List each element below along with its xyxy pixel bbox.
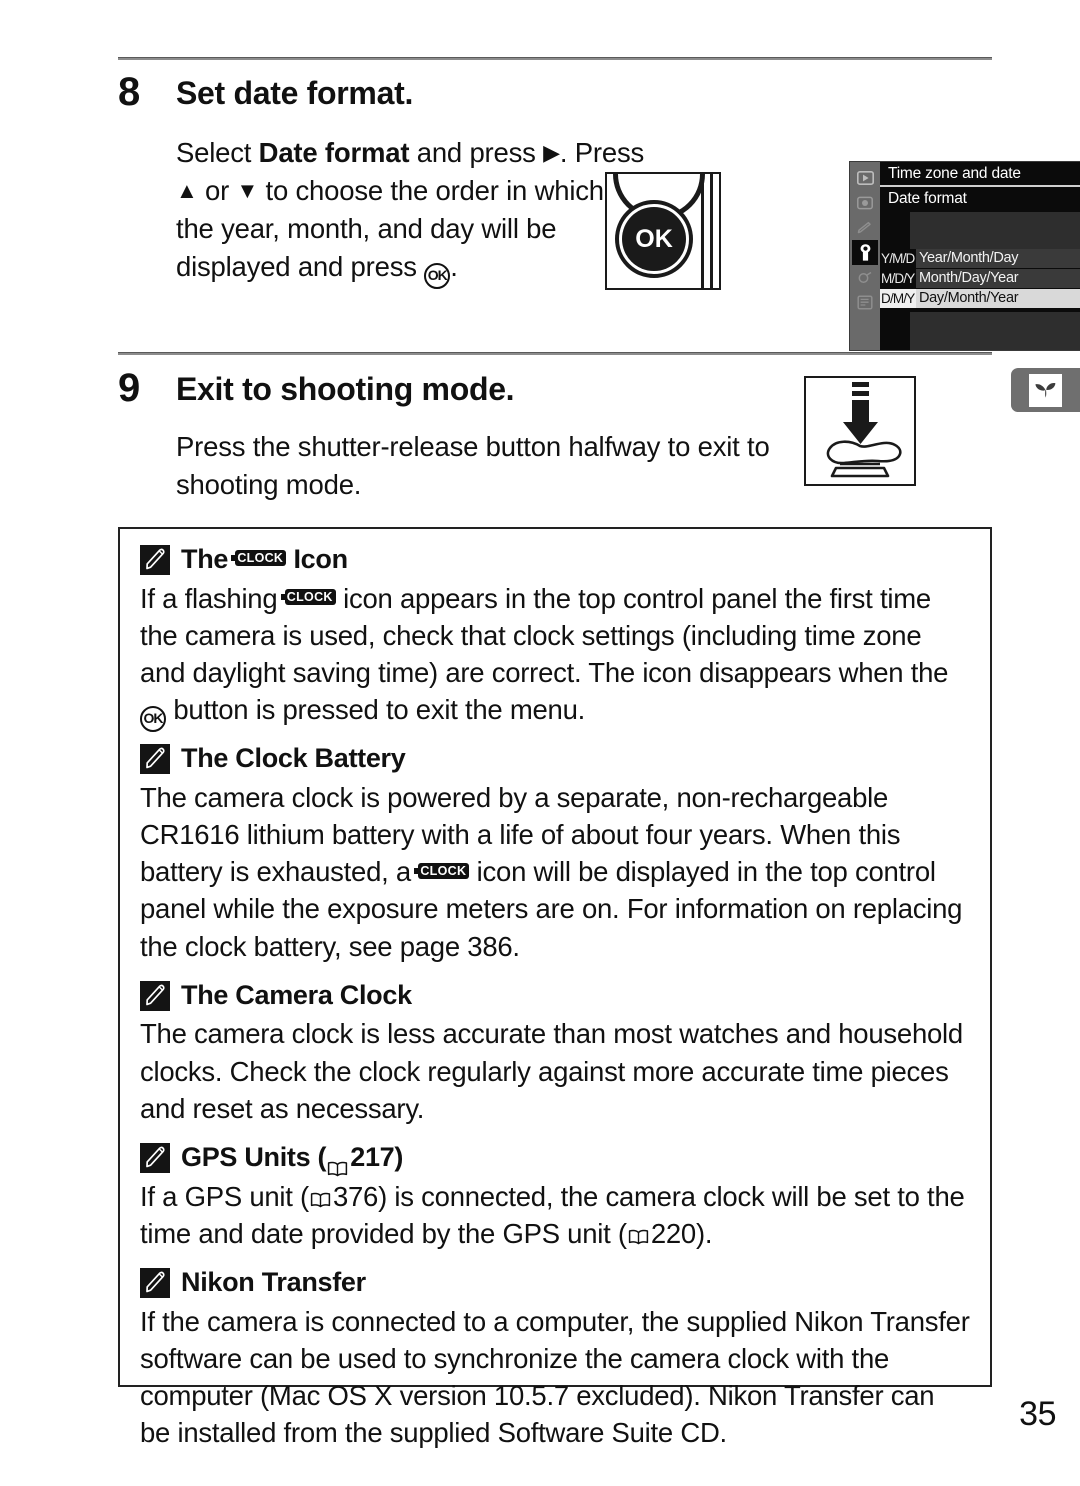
note-4-ref-1: 376 xyxy=(332,1180,379,1212)
page-ref-close: ) xyxy=(394,1141,404,1172)
clock-badge-icon: CLOCK xyxy=(414,862,470,879)
book-page-ref-icon xyxy=(327,1152,348,1176)
notes-box: The CLOCK Icon If a flashing CLOCK icon … xyxy=(118,527,992,1448)
step-8-text-end: . xyxy=(450,250,458,282)
multi-selector-ok-illustration: OK xyxy=(605,172,721,290)
lcd-option-label-text: Month/Day/Year xyxy=(919,270,1019,286)
note-heading-text: Nikon Transfer xyxy=(181,1266,366,1297)
note-pencil-icon xyxy=(140,544,170,575)
lcd-option-row[interactable]: M/D/Y Month/Day/Year xyxy=(880,269,1080,288)
step-8: 8 Set date format. Select Date format an… xyxy=(118,70,1080,351)
page-ref-number: 217 xyxy=(350,1141,395,1172)
note-heading-text-post: Icon xyxy=(286,544,348,574)
note-pencil-icon xyxy=(140,744,170,775)
setup-menu-wrench-icon xyxy=(852,240,878,265)
lcd-option-label: Month/Day/Year xyxy=(916,269,1080,288)
step-8-text-pre: Select xyxy=(176,137,259,168)
note-body-clock-icon: If a flashing CLOCK icon appears in the … xyxy=(140,580,970,733)
recent-settings-icon xyxy=(852,290,878,315)
step-8-text-bold: Date format xyxy=(258,137,410,168)
playback-icon xyxy=(852,165,878,190)
note-4-text-a: If a GPS unit ( xyxy=(140,1180,309,1212)
note-pencil-icon xyxy=(140,1267,170,1298)
note-1-text-c: button is pressed to exit the menu. xyxy=(166,694,586,726)
note-1-text-a: If a flashing xyxy=(140,582,285,614)
ok-button-label: OK xyxy=(622,207,686,271)
page-ref-open: ( xyxy=(317,1141,327,1172)
step-8-text-post: and press xyxy=(409,137,544,168)
chapter-edge-tab xyxy=(1011,368,1080,412)
sprout-icon xyxy=(1029,373,1062,407)
lcd-option-label: Day/Month/YearOK xyxy=(916,289,1080,308)
lcd-option-label: Year/Month/Day xyxy=(916,249,1080,268)
lcd-menu-main: Time zone and date Date format Y/M/D Year… xyxy=(880,162,1080,350)
lcd-menu-sidebar xyxy=(850,162,880,350)
lcd-menu-title: Time zone and date xyxy=(880,162,1080,187)
camera-body-edge-line-1 xyxy=(701,174,704,288)
note-pencil-icon xyxy=(140,1142,170,1173)
note-body-nikon-transfer: If the camera is connected to a computer… xyxy=(140,1305,970,1448)
custom-settings-pencil-icon xyxy=(852,215,878,240)
retouch-menu-icon xyxy=(852,265,878,290)
note-4-ref-2: 220 xyxy=(650,1217,696,1249)
step-9: 9 Exit to shooting mode. Press the shutt… xyxy=(118,368,998,518)
note-heading-text: The Camera Clock xyxy=(181,979,412,1010)
lcd-option-abbr: D/M/Y xyxy=(880,289,916,308)
lcd-option-row[interactable]: D/M/YDay/Month/YearOK xyxy=(880,289,1080,308)
note-heading-camera-clock: The Camera Clock xyxy=(140,979,970,1013)
step-9-body: Press the shutter-release button halfway… xyxy=(176,431,770,500)
section-divider-middle xyxy=(118,352,992,355)
section-divider-top xyxy=(118,57,992,60)
lcd-menu-footer-spacer xyxy=(910,312,1080,350)
step-9-number: 9 xyxy=(118,366,140,410)
lcd-option-abbr: M/D/Y xyxy=(881,271,915,286)
note-heading-text: The Clock Battery xyxy=(181,743,406,774)
clock-badge-icon: CLOCK xyxy=(231,549,287,566)
step-9-title: Exit to shooting mode. xyxy=(176,371,515,407)
page-number: 35 xyxy=(1019,1395,1056,1433)
lcd-menu-subtitle: Date format xyxy=(888,190,967,207)
shooting-menu-icon xyxy=(852,190,878,215)
note-heading-text-pre: The xyxy=(181,544,236,574)
press-shutter-halfway-icon xyxy=(826,382,902,478)
ok-button-glyph: OK xyxy=(424,262,451,289)
step-8-text-2b: or xyxy=(197,174,237,206)
shutter-release-illustration xyxy=(804,376,916,486)
note-heading-text: GPS Units xyxy=(181,1141,311,1172)
book-page-ref-icon xyxy=(310,1180,331,1207)
note-heading-clock-icon: The CLOCK Icon xyxy=(140,543,970,577)
up-arrow-glyph: ▲ xyxy=(176,177,198,203)
step-8-number: 8 xyxy=(118,70,140,114)
clock-badge-icon: CLOCK xyxy=(280,589,336,606)
lcd-option-abbr: Y/M/D xyxy=(881,251,915,266)
right-arrow-glyph: ▶ xyxy=(543,140,560,165)
note-heading-gps-units: GPS Units (217) xyxy=(140,1141,970,1176)
step-8-text-2a: . Press xyxy=(559,137,645,168)
note-body-gps-units: If a GPS unit (376) is connected, the ca… xyxy=(140,1178,970,1252)
note-body-camera-clock: The camera clock is less accurate than m… xyxy=(140,1018,963,1124)
note-body-clock-battery: The camera clock is powered by a separat… xyxy=(140,779,970,965)
lcd-menu-spacer xyxy=(910,212,1080,249)
camera-body-edge-line-2 xyxy=(710,174,713,288)
step-8-body: Select Date format and press ▶. Press ▲ … xyxy=(176,134,646,289)
lcd-menu-option-list: Y/M/D Year/Month/Day M/D/Y Month/Day/Year D/… xyxy=(880,249,1080,308)
camera-lcd-menu: Time zone and date Date format Y/M/D Year… xyxy=(849,161,1080,351)
ok-button-glyph: OK xyxy=(140,706,166,733)
note-heading-clock-battery: The Clock Battery xyxy=(140,742,970,776)
note-4-text-c: ). xyxy=(695,1217,713,1249)
note-heading-nikon-transfer: Nikon Transfer xyxy=(140,1266,970,1300)
down-arrow-glyph: ▼ xyxy=(236,177,259,203)
lcd-option-label-text: Year/Month/Day xyxy=(919,250,1019,266)
lcd-option-row[interactable]: Y/M/D Year/Month/Day xyxy=(880,249,1080,268)
book-page-ref-icon xyxy=(628,1217,649,1244)
lcd-option-label-text: Day/Month/Year xyxy=(919,290,1019,306)
note-pencil-icon xyxy=(140,980,170,1011)
step-8-title: Set date format. xyxy=(176,75,414,111)
